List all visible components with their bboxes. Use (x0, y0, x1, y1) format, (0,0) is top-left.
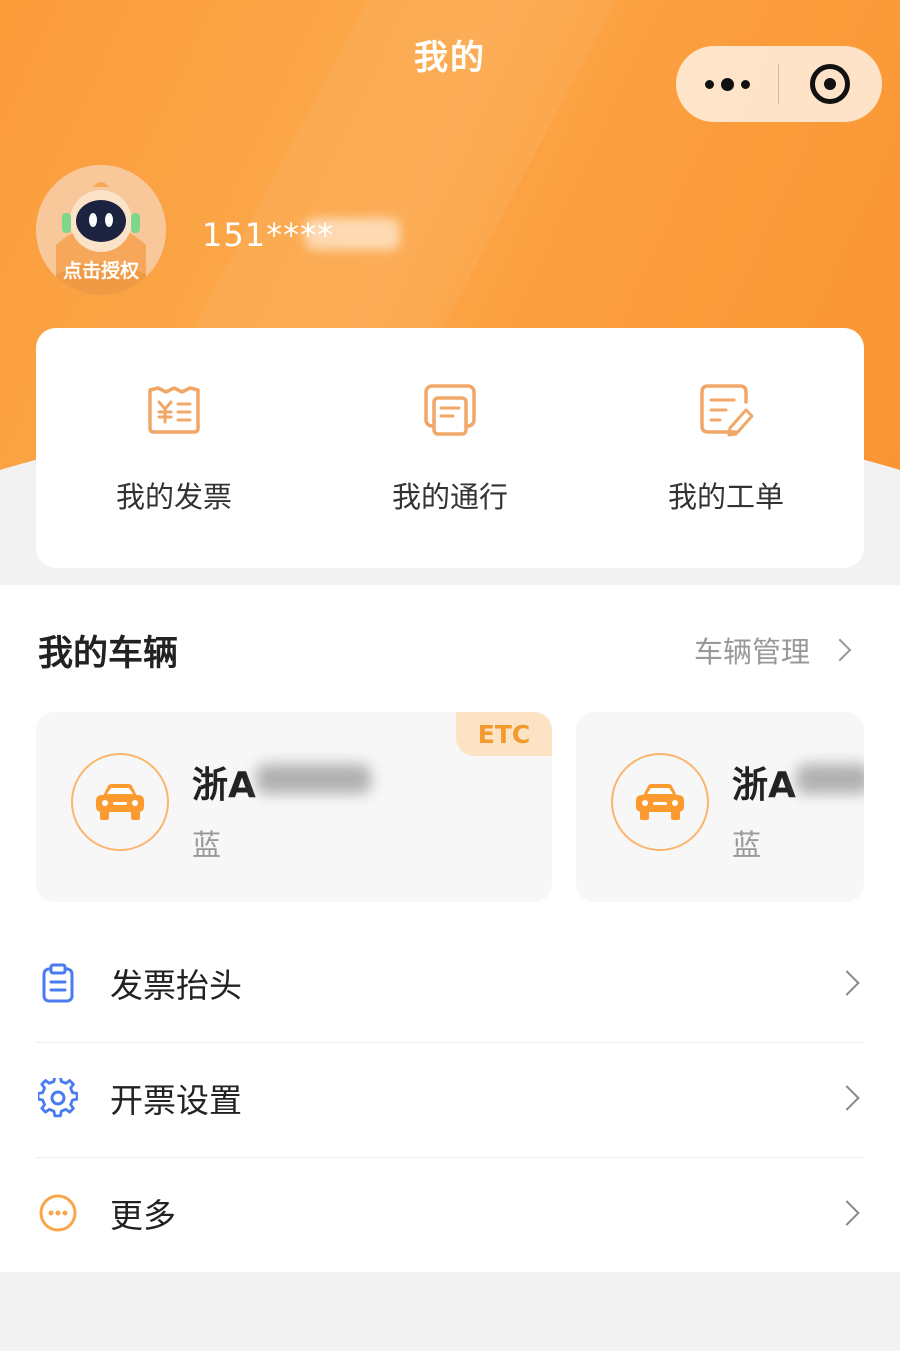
car-icon (96, 784, 144, 820)
vehicle-panel: 我的车辆 车辆管理 浙A 蓝 ETC 浙A 蓝 发票抬头 开票设置 更多 (0, 585, 900, 1272)
vehicle-plate: 浙A (732, 765, 796, 806)
menu-item-invoice-settings-label: 开票设置 (110, 1080, 242, 1120)
plate-redacted (796, 764, 864, 794)
avatar[interactable]: 点击授权 (36, 165, 166, 295)
target-close-icon (810, 64, 850, 104)
quick-action-workorder-label: 我的工单 (667, 480, 784, 514)
menu-item-invoice-settings[interactable]: 开票设置 (36, 1040, 864, 1155)
menu-item-invoice-title[interactable]: 发票抬头 (36, 925, 864, 1040)
vehicle-manage-label: 车辆管理 (693, 635, 810, 669)
etc-badge: ETC (456, 712, 552, 756)
car-icon-circle (611, 753, 709, 851)
quick-action-pass-label: 我的通行 (391, 480, 508, 514)
chevron-right-icon (828, 638, 852, 662)
clipboard-icon (42, 963, 74, 1002)
quick-actions-card: 我的发票 我的通行 我的工单 (36, 328, 864, 568)
chevron-right-icon (834, 969, 860, 996)
more-circle-icon (39, 1194, 77, 1231)
menu-item-invoice-title-label: 发票抬头 (110, 965, 242, 1005)
pass-record-icon (424, 384, 476, 436)
chevron-right-icon (834, 1199, 860, 1226)
quick-action-pass[interactable]: 我的通行 (312, 328, 588, 568)
plate-redacted (256, 764, 371, 794)
vehicle-plate-color: 蓝 (732, 828, 762, 862)
quick-action-invoice-label: 我的发票 (115, 480, 232, 514)
phone-redacted (305, 218, 400, 250)
vehicle-manage-link[interactable]: 车辆管理 (693, 629, 852, 671)
avatar-authorize-label: 点击授权 (62, 260, 139, 282)
vehicle-plate: 浙A (192, 765, 256, 806)
car-icon-circle (71, 753, 169, 851)
vehicle-card[interactable]: 浙A 蓝 (576, 712, 864, 902)
more-button[interactable] (676, 46, 778, 122)
car-icon (636, 784, 684, 820)
gear-icon (38, 1077, 78, 1117)
vehicle-plate-color: 蓝 (192, 828, 222, 862)
vehicle-card[interactable]: 浙A 蓝 ETC (36, 712, 552, 902)
chevron-right-icon (834, 1084, 860, 1111)
quick-action-workorder[interactable]: 我的工单 (588, 328, 864, 568)
work-order-icon (700, 384, 754, 437)
menu-item-more-label: 更多 (110, 1195, 176, 1235)
close-miniprogram-button[interactable] (779, 46, 881, 122)
menu-item-more[interactable]: 更多 (36, 1155, 864, 1270)
vehicles-title: 我的车辆 (38, 634, 179, 674)
quick-action-invoice[interactable]: 我的发票 (36, 328, 312, 568)
miniprogram-capsule (676, 46, 882, 122)
invoice-icon (148, 386, 200, 434)
more-dots-icon (704, 77, 750, 91)
